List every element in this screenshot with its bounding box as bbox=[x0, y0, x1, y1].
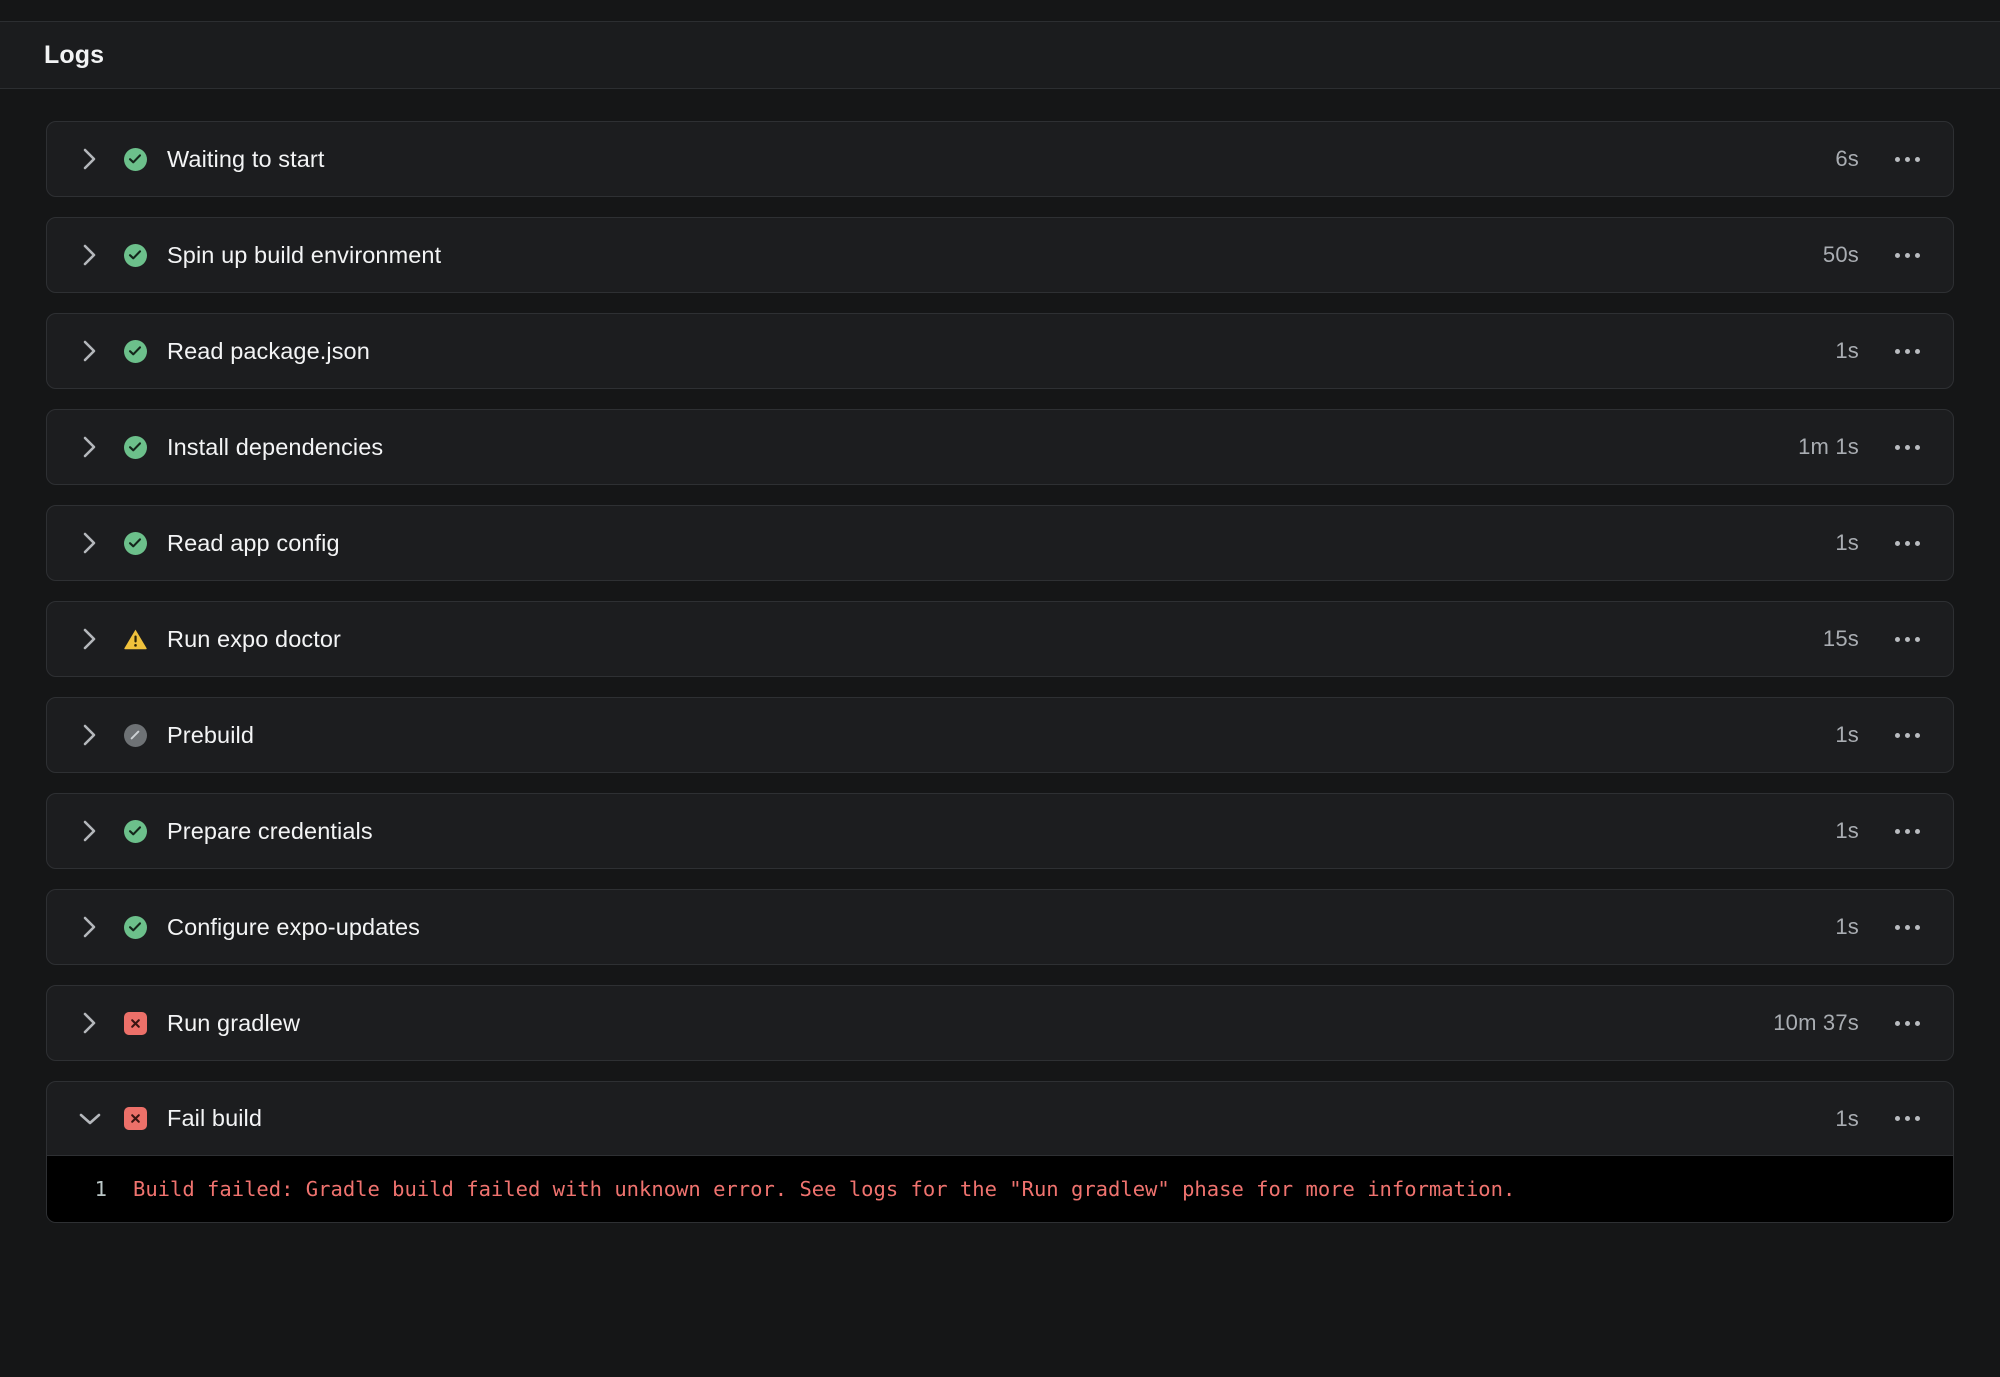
phase-label: Run expo doctor bbox=[167, 625, 341, 652]
more-options-icon[interactable] bbox=[1885, 809, 1929, 853]
phase-item: Spin up build environment 50s bbox=[46, 217, 1954, 293]
phase-duration: 1s bbox=[1835, 722, 1859, 747]
phase-header-row[interactable]: Read package.json 1s bbox=[47, 314, 1953, 388]
phase-duration: 15s bbox=[1822, 626, 1859, 651]
chevron-right-icon[interactable] bbox=[73, 814, 107, 848]
check-circle-icon bbox=[121, 913, 149, 941]
phase-label: Fail build bbox=[167, 1105, 263, 1131]
error-square-icon bbox=[121, 1105, 149, 1133]
more-options-icon[interactable] bbox=[1885, 233, 1929, 277]
phase-item: Configure expo-updates 1s bbox=[46, 889, 1954, 965]
chevron-right-icon[interactable] bbox=[73, 142, 107, 176]
check-circle-icon bbox=[121, 529, 149, 557]
panel-header: Logs bbox=[0, 21, 2000, 89]
more-options-icon[interactable] bbox=[1885, 137, 1929, 181]
error-square-icon bbox=[121, 1009, 149, 1037]
phase-label: Prebuild bbox=[167, 721, 255, 748]
skipped-circle-icon bbox=[121, 721, 149, 749]
phase-label: Spin up build environment bbox=[167, 241, 442, 268]
phase-header-row[interactable]: Spin up build environment 50s bbox=[47, 218, 1953, 292]
check-circle-icon bbox=[121, 241, 149, 269]
phase-duration: 1s bbox=[1835, 530, 1859, 555]
phase-label: Read app config bbox=[167, 529, 340, 556]
phase-item: Read app config 1s bbox=[46, 505, 1954, 581]
phase-header-row[interactable]: Waiting to start 6s bbox=[47, 122, 1953, 196]
phase-header-row[interactable]: Install dependencies 1m 1s bbox=[47, 410, 1953, 484]
warning-triangle-icon bbox=[121, 625, 149, 653]
more-options-icon[interactable] bbox=[1885, 425, 1929, 469]
chevron-right-icon[interactable] bbox=[73, 238, 107, 272]
more-options-icon[interactable] bbox=[1885, 617, 1929, 661]
phase-duration: 50s bbox=[1822, 242, 1859, 267]
phase-duration: 1s bbox=[1835, 818, 1859, 843]
phase-header-row[interactable]: Run expo doctor 15s bbox=[47, 602, 1953, 676]
phase-duration: 10m 37s bbox=[1773, 1010, 1859, 1035]
check-circle-icon bbox=[121, 433, 149, 461]
phase-duration: 1s bbox=[1835, 338, 1859, 363]
more-options-icon[interactable] bbox=[1885, 713, 1929, 757]
more-options-icon[interactable] bbox=[1885, 1001, 1929, 1045]
chevron-right-icon[interactable] bbox=[73, 910, 107, 944]
phase-duration: 1m 1s bbox=[1798, 434, 1859, 459]
phase-header-row[interactable]: Fail build 1s bbox=[47, 1082, 1953, 1156]
phase-label: Waiting to start bbox=[167, 145, 325, 172]
log-line-text: Build failed: Gradle build failed with u… bbox=[133, 1177, 1516, 1201]
check-circle-icon bbox=[121, 817, 149, 845]
log-line-number: 1 bbox=[94, 1177, 107, 1201]
logs-panel: Logs Waiting to start 6s Spin up build env… bbox=[0, 0, 2000, 1377]
phase-header-row[interactable]: Prebuild 1s bbox=[47, 698, 1953, 772]
phase-label: Run gradlew bbox=[167, 1009, 301, 1036]
phase-duration: 1s bbox=[1835, 914, 1859, 939]
chevron-right-icon[interactable] bbox=[73, 430, 107, 464]
more-options-icon[interactable] bbox=[1885, 1097, 1929, 1141]
chevron-right-icon[interactable] bbox=[73, 334, 107, 368]
phase-label: Read package.json bbox=[167, 337, 370, 364]
phase-item: Prepare credentials 1s bbox=[46, 793, 1954, 869]
more-options-icon[interactable] bbox=[1885, 521, 1929, 565]
phase-item: Fail build 1s 1 Build failed: Gradle build … bbox=[46, 1081, 1954, 1223]
chevron-down-icon[interactable] bbox=[73, 1102, 107, 1136]
log-line: 1 Build failed: Gradle build failed with … bbox=[47, 1174, 1953, 1204]
phase-item: Run expo doctor 15s bbox=[46, 601, 1954, 677]
phase-header-row[interactable]: Prepare credentials 1s bbox=[47, 794, 1953, 868]
check-circle-icon bbox=[121, 337, 149, 365]
chevron-right-icon[interactable] bbox=[73, 1006, 107, 1040]
chevron-right-icon[interactable] bbox=[73, 526, 107, 560]
chevron-right-icon[interactable] bbox=[73, 622, 107, 656]
phase-header-row[interactable]: Run gradlew 10m 37s bbox=[47, 986, 1953, 1060]
phase-duration: 1s bbox=[1835, 1105, 1859, 1131]
log-output: 1 Build failed: Gradle build failed with … bbox=[47, 1156, 1953, 1222]
more-options-icon[interactable] bbox=[1885, 329, 1929, 373]
more-options-icon[interactable] bbox=[1885, 905, 1929, 949]
phase-duration: 6s bbox=[1835, 146, 1859, 171]
phase-item: Run gradlew 10m 37s bbox=[46, 985, 1954, 1061]
phase-item: Install dependencies 1m 1s bbox=[46, 409, 1954, 485]
phase-item: Read package.json 1s bbox=[46, 313, 1954, 389]
phase-label: Install dependencies bbox=[167, 433, 384, 460]
chevron-right-icon[interactable] bbox=[73, 718, 107, 752]
page-title: Logs bbox=[44, 40, 105, 69]
phase-header-row[interactable]: Configure expo-updates 1s bbox=[47, 890, 1953, 964]
phase-item: Waiting to start 6s bbox=[46, 121, 1954, 197]
phase-header-row[interactable]: Read app config 1s bbox=[47, 506, 1953, 580]
phase-item: Prebuild 1s bbox=[46, 697, 1954, 773]
check-circle-icon bbox=[121, 145, 149, 173]
phase-label: Prepare credentials bbox=[167, 817, 373, 844]
phase-label: Configure expo-updates bbox=[167, 913, 421, 940]
phase-list: Waiting to start 6s Spin up build environm… bbox=[0, 89, 2000, 1377]
